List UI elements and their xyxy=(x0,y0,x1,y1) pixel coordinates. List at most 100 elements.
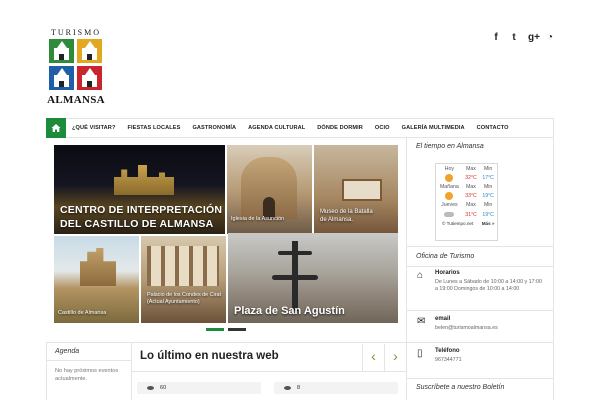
weather-max-header: Max xyxy=(466,183,476,190)
logo-tile-red xyxy=(77,66,102,90)
nav-item-agenda-cultural[interactable]: AGENDA CULTURAL xyxy=(242,125,311,131)
googleplus-icon[interactable]: g+ xyxy=(528,32,540,44)
chevron-right-icon[interactable]: › xyxy=(384,344,406,371)
sidebar-divider xyxy=(407,378,553,379)
nav-item-que-visitar[interactable]: ¿QUÉ VISITAR? xyxy=(66,125,121,131)
weather-min-2: 19°C xyxy=(482,193,494,200)
sidebar: El tiempo en Almansa Hoy Max Min 32°C 17… xyxy=(406,138,554,400)
agenda-widget: Agenda No hay próximos eventos actualmen… xyxy=(46,342,132,400)
slide-iglesia-asuncion[interactable]: Iglesia de la Asunción xyxy=(227,145,312,234)
weather-widget[interactable]: Hoy Max Min 32°C 17°C Mañana Max Min 33°… xyxy=(435,163,498,241)
slide-museo-batalla[interactable]: Museo de la Batalla de Almansa. xyxy=(314,145,398,234)
newsletter-title: Suscríbete a nuestro Boletín xyxy=(416,384,505,391)
logo-tiles xyxy=(49,39,103,91)
weather-min-header: Min xyxy=(483,165,493,172)
weather-max-2: 33°C xyxy=(465,193,477,200)
home-icon xyxy=(51,123,61,132)
slider-dot-1[interactable] xyxy=(206,328,224,331)
weather-max-3: 31°C xyxy=(465,211,477,218)
palace-illustration xyxy=(147,246,219,286)
weather-source[interactable]: © Tutiempo.net xyxy=(436,219,479,228)
slide-caption: Plaza de San Agustín xyxy=(234,305,345,317)
nav-item-fiestas-locales[interactable]: FIESTAS LOCALES xyxy=(121,125,186,131)
phone-value[interactable]: 967344771 xyxy=(435,357,545,364)
slider-pagination xyxy=(206,328,246,331)
slide-caption: Castillo de Almansa xyxy=(58,310,107,316)
email-value[interactable]: belen@turismoalmansa.es xyxy=(435,325,545,332)
email-label: email xyxy=(435,316,451,322)
post-views: 60 xyxy=(137,382,261,394)
latest-divider xyxy=(132,371,406,372)
logo-tile-blue xyxy=(49,66,74,90)
views-count: 60 xyxy=(160,385,167,391)
weather-min-3: 19°C xyxy=(482,211,494,218)
home-button[interactable] xyxy=(46,117,66,138)
views-count: 8 xyxy=(297,385,301,391)
slide-castillo-almansa[interactable]: Castillo de Almansa xyxy=(54,236,139,323)
hours-label: Horarios xyxy=(435,270,460,276)
weather-min-1: 17°C xyxy=(482,174,494,181)
weather-max-header: Max xyxy=(466,202,476,209)
sidebar-divider xyxy=(407,310,553,311)
latest-arrows: ‹ › xyxy=(362,344,406,371)
weather-min-header: Min xyxy=(483,202,493,209)
latest-title: Lo último en nuestra web xyxy=(140,350,279,362)
weather-min-header: Min xyxy=(483,183,493,190)
eye-icon xyxy=(147,386,154,390)
main-navigation: ¿QUÉ VISITAR? FIESTAS LOCALES GASTRONOMÍ… xyxy=(46,117,554,138)
weather-day-3: Jueves xyxy=(441,202,458,209)
sidebar-divider xyxy=(407,342,553,343)
museum-illustration xyxy=(342,179,382,201)
weather-day-2: Mañana xyxy=(439,183,459,190)
site-logo[interactable]: TURISMO ALMANSA xyxy=(46,28,106,106)
weather-more-link[interactable]: Más » xyxy=(479,219,497,228)
post-views: 8 xyxy=(274,382,398,394)
sun-icon xyxy=(445,192,454,201)
rss-icon[interactable]: ◔ xyxy=(546,32,554,44)
phone-icon: ▯ xyxy=(417,348,423,359)
slide-caption: Palacio de los Condes de Cirat (Actual A… xyxy=(147,292,222,305)
logo-tile-yellow xyxy=(77,39,102,63)
chevron-left-icon[interactable]: ‹ xyxy=(362,344,384,371)
sidebar-divider xyxy=(407,246,553,247)
weather-day-1: Hoy xyxy=(444,165,454,172)
slide-plaza-san-agustin[interactable]: Plaza de San Agustín xyxy=(228,233,398,323)
weather-max-1: 32°C xyxy=(465,174,477,181)
slide-palacio-condes[interactable]: Palacio de los Condes de Cirat (Actual A… xyxy=(141,236,226,323)
eye-icon xyxy=(284,386,291,390)
cloud-icon xyxy=(444,211,455,217)
home-icon: ⌂ xyxy=(417,270,424,281)
office-title: Oficina de Turismo xyxy=(416,253,475,260)
envelope-icon: ✉ xyxy=(417,316,426,327)
logo-tile-green xyxy=(49,39,74,63)
twitter-icon[interactable]: t xyxy=(510,32,518,44)
phone-label: Teléfono xyxy=(435,348,460,354)
nav-item-galeria-multimedia[interactable]: GALERÍA MULTIMEDIA xyxy=(396,125,471,131)
nav-item-gastronomia[interactable]: GASTRONOMÍA xyxy=(186,125,242,131)
logo-top-text: TURISMO xyxy=(50,28,101,37)
social-links: f t g+ ◔ xyxy=(492,32,554,44)
castle-illustration xyxy=(114,165,174,195)
slide-caption: CENTRO DE INTERPRETACIÓN DEL CASTILLO DE… xyxy=(60,204,223,230)
castle-illustration xyxy=(80,248,116,286)
sun-icon xyxy=(445,173,454,182)
agenda-empty-message: No hay próximos eventos actualmente. xyxy=(55,368,119,382)
nav-item-contacto[interactable]: CONTACTO xyxy=(471,125,515,131)
office-email: ✉ email belen@turismoalmansa.es xyxy=(417,316,545,332)
agenda-title: Agenda xyxy=(55,348,80,355)
featured-slider: CENTRO DE INTERPRETACIÓN DEL CASTILLO DE… xyxy=(54,145,398,323)
hours-value: De Lunes a Sábado de 10:00 a 14:00 y 17:… xyxy=(435,279,542,292)
logo-bottom-text: ALMANSA xyxy=(47,94,105,106)
office-phone: ▯ Teléfono 967344771 xyxy=(417,348,545,364)
slider-dot-2[interactable] xyxy=(228,328,246,331)
slide-caption: Iglesia de la Asunción xyxy=(231,216,285,222)
facebook-icon[interactable]: f xyxy=(492,32,500,44)
slide-centro-interpretacion[interactable]: CENTRO DE INTERPRETACIÓN DEL CASTILLO DE… xyxy=(54,145,225,234)
fountain-illustration xyxy=(272,241,318,311)
office-hours: ⌂ Horarios De Lunes a Sábado de 10:00 a … xyxy=(417,270,545,293)
nav-item-ocio[interactable]: OCIO xyxy=(369,125,396,131)
weather-title: El tiempo en Almansa xyxy=(416,143,484,150)
nav-item-donde-dormir[interactable]: DÓNDE DORMIR xyxy=(311,125,369,131)
latest-section: Lo último en nuestra web ‹ › 60 8 xyxy=(132,342,406,400)
sidebar-divider xyxy=(407,266,553,267)
